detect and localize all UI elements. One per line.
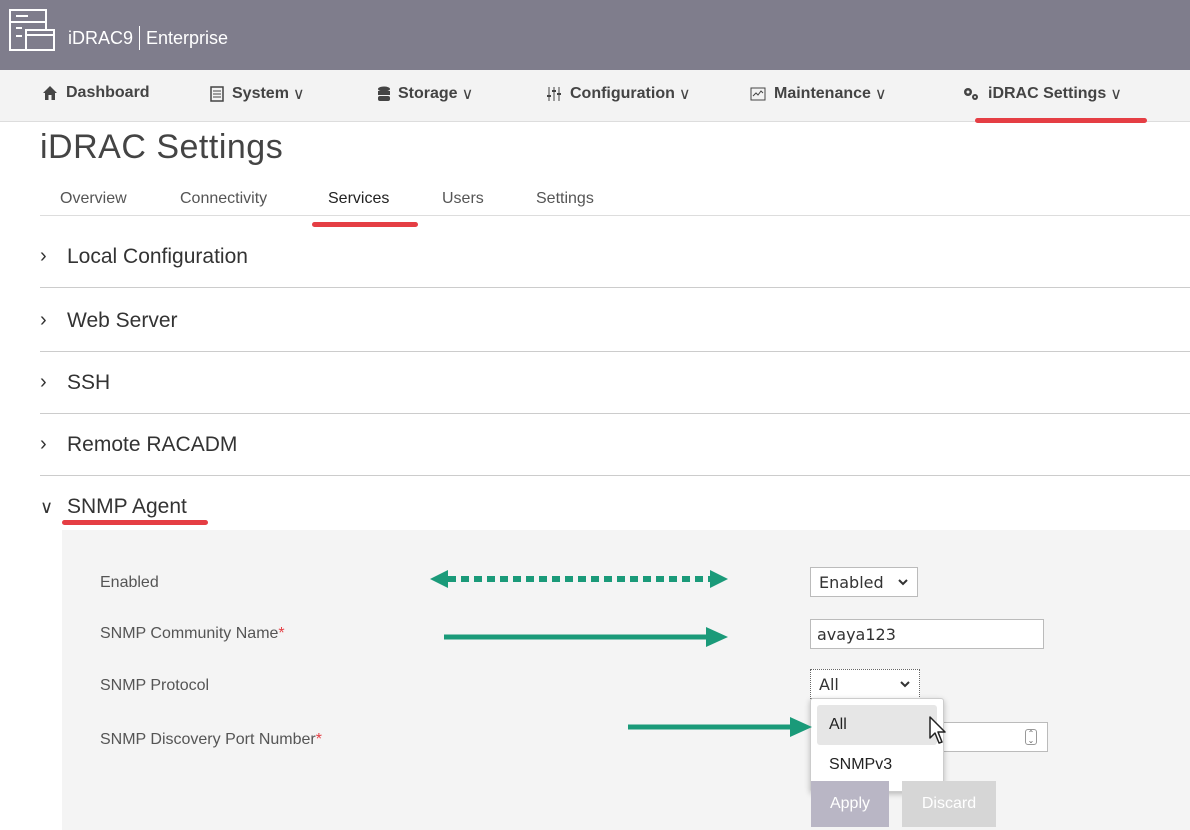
tab-overview[interactable]: Overview — [60, 190, 127, 208]
chevron-right-icon: › — [40, 433, 47, 455]
chevron-down-icon: ∨ — [874, 86, 887, 103]
discard-button[interactable]: Discard — [902, 781, 996, 827]
nav-configuration[interactable]: Configuration ∨ — [546, 84, 691, 104]
nav-dashboard-label: Dashboard — [66, 84, 150, 101]
community-name-label: SNMP Community Name* — [100, 625, 285, 643]
server-icon — [210, 86, 224, 102]
chevron-down-icon — [898, 579, 908, 586]
chevron-down-icon: ∨ — [40, 496, 54, 517]
chevron-down-icon — [900, 681, 910, 688]
section-local-configuration[interactable]: › Local Configuration — [40, 226, 1190, 288]
protocol-option-snmpv3[interactable]: SNMPv3 — [817, 745, 937, 785]
nav-storage[interactable]: Storage ∨ — [378, 84, 473, 104]
discovery-port-input[interactable]: ⌃ ⌄ — [936, 722, 1048, 752]
database-icon — [378, 86, 390, 101]
section-label: Web Server — [67, 308, 178, 332]
tab-connectivity[interactable]: Connectivity — [180, 190, 267, 208]
section-snmp-agent[interactable]: ∨ SNMP Agent — [40, 486, 1190, 528]
annotation-double-arrow-icon — [430, 570, 728, 588]
nav-maintenance-label: Maintenance — [774, 85, 871, 102]
chevron-right-icon: › — [40, 309, 47, 331]
apply-button[interactable]: Apply — [811, 781, 889, 827]
tab-settings[interactable]: Settings — [536, 190, 594, 208]
enabled-label: Enabled — [100, 574, 159, 591]
sliders-icon — [547, 87, 561, 101]
protocol-dropdown-list: All SNMPv3 — [810, 698, 944, 792]
gears-icon — [964, 88, 978, 100]
section-remote-racadm[interactable]: › Remote RACADM — [40, 414, 1190, 476]
spin-arrows-icon[interactable]: ⌃ ⌄ — [1025, 729, 1037, 745]
section-highlight — [62, 520, 208, 525]
nav-system[interactable]: System ∨ — [210, 84, 305, 104]
mouse-cursor-icon — [929, 716, 946, 744]
protocol-label: SNMP Protocol — [100, 677, 210, 694]
nav-idrac-settings[interactable]: iDRAC Settings ∨ — [962, 84, 1122, 104]
section-label: Remote RACADM — [67, 432, 238, 456]
enabled-select[interactable]: Enabled — [810, 567, 918, 597]
annotation-arrow-protocol-icon — [628, 717, 812, 737]
home-icon — [43, 86, 57, 100]
nav-maintenance[interactable]: Maintenance ∨ — [750, 84, 887, 104]
section-label: SNMP Agent — [67, 495, 187, 518]
discovery-port-text: SNMP Discovery Port Number — [100, 731, 316, 748]
nav-system-label: System — [232, 85, 289, 102]
required-mark: * — [278, 625, 285, 642]
brand-title: iDRAC9 Enterprise — [68, 26, 228, 50]
community-name-text: SNMP Community Name — [100, 625, 279, 642]
edition-name: Enterprise — [146, 27, 229, 48]
nav-storage-label: Storage — [398, 85, 458, 102]
server-logo-icon — [9, 9, 55, 51]
main-nav: Dashboard System ∨ Storage ∨ Configurati… — [0, 70, 1190, 122]
enabled-select-value: Enabled — [819, 572, 884, 592]
nav-configuration-label: Configuration — [570, 85, 675, 102]
brand-divider — [139, 26, 141, 50]
chevron-down-icon: ∨ — [292, 86, 305, 103]
section-label: Local Configuration — [67, 244, 248, 268]
chevron-down-icon: ∨ — [678, 86, 691, 103]
protocol-select[interactable]: All — [810, 669, 920, 699]
page-title: iDRAC Settings — [40, 128, 284, 166]
monitor-chart-icon — [750, 87, 766, 101]
section-web-server[interactable]: › Web Server — [40, 290, 1190, 352]
subtab-bar: Overview Connectivity Services Users Set… — [40, 188, 1190, 216]
protocol-option-all[interactable]: All — [817, 705, 937, 745]
annotation-arrow-community-icon — [444, 627, 728, 647]
nav-dashboard[interactable]: Dashboard — [42, 84, 150, 102]
protocol-select-value: All — [819, 674, 839, 694]
tab-services[interactable]: Services — [328, 190, 389, 208]
community-name-input[interactable]: avaya123 — [810, 619, 1044, 649]
chevron-right-icon: › — [40, 371, 47, 393]
community-name-value: avaya123 — [817, 624, 896, 644]
tab-users[interactable]: Users — [442, 190, 484, 208]
nav-idrac-settings-label: iDRAC Settings — [988, 85, 1107, 102]
required-mark: * — [315, 731, 322, 748]
chevron-down-icon: ∨ — [1110, 86, 1122, 103]
active-nav-highlight — [975, 118, 1147, 123]
chevron-right-icon: › — [40, 245, 47, 267]
discovery-port-label: SNMP Discovery Port Number* — [100, 731, 322, 749]
section-ssh[interactable]: › SSH — [40, 352, 1190, 414]
section-label: SSH — [67, 370, 111, 394]
product-name: iDRAC9 — [68, 27, 134, 48]
chevron-down-icon: ∨ — [461, 86, 474, 103]
top-header-bar: iDRAC9 Enterprise — [0, 0, 1190, 70]
